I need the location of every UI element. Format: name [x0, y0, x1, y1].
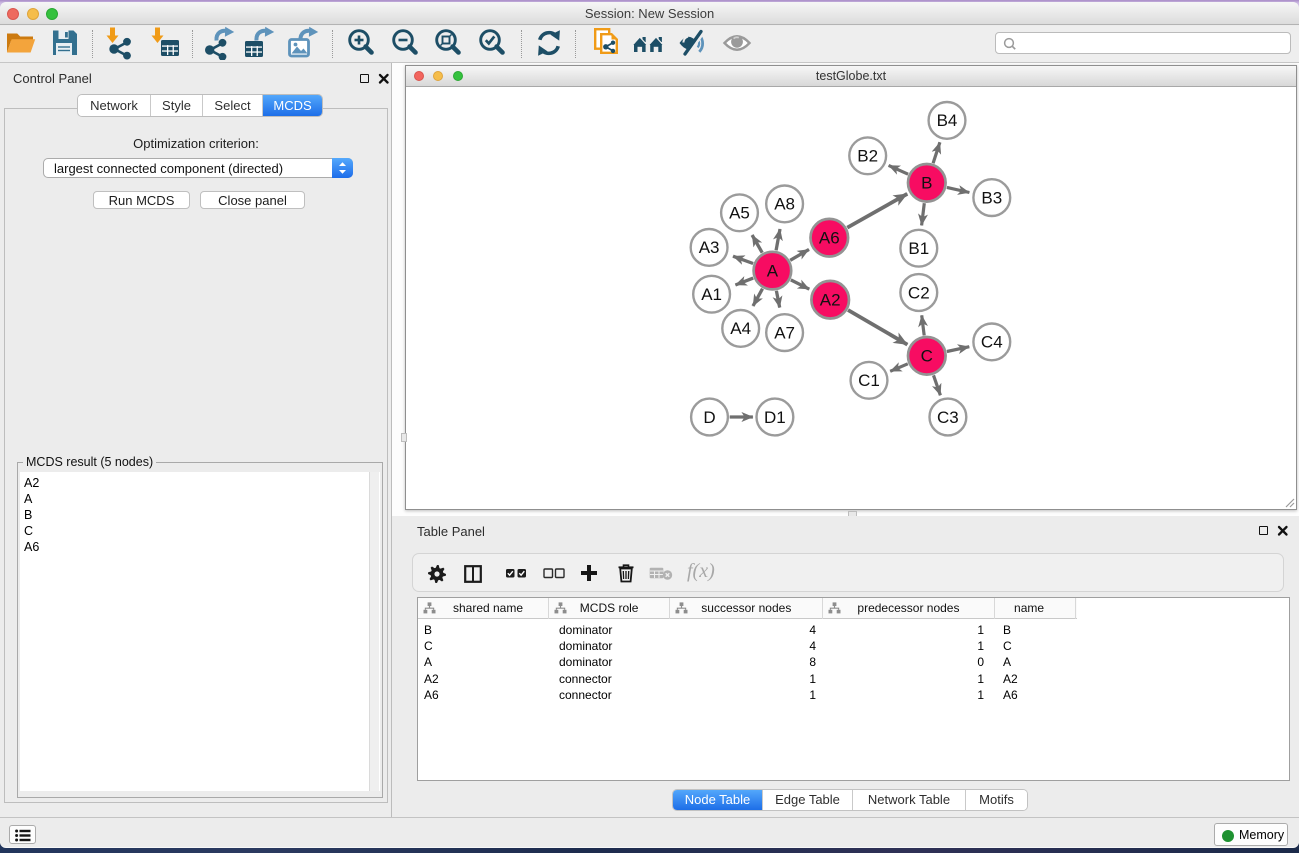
svg-text:A2: A2 [820, 291, 841, 310]
svg-text:B4: B4 [937, 111, 958, 130]
svg-text:B2: B2 [857, 147, 878, 166]
svg-text:A3: A3 [699, 238, 720, 257]
svg-text:D: D [703, 408, 715, 427]
svg-text:B3: B3 [981, 188, 1002, 207]
svg-text:B1: B1 [908, 239, 929, 258]
svg-text:A5: A5 [729, 204, 750, 223]
svg-text:C: C [921, 347, 933, 366]
svg-text:C2: C2 [908, 283, 930, 302]
svg-text:A4: A4 [730, 319, 751, 338]
svg-text:B: B [921, 174, 932, 193]
svg-text:A7: A7 [774, 323, 795, 342]
svg-text:C1: C1 [858, 371, 880, 390]
svg-text:C3: C3 [937, 408, 959, 427]
svg-text:C4: C4 [981, 333, 1003, 352]
svg-text:A: A [767, 261, 779, 280]
svg-text:A1: A1 [701, 285, 722, 304]
svg-text:A6: A6 [819, 229, 840, 248]
svg-text:D1: D1 [764, 408, 786, 427]
svg-text:A8: A8 [774, 195, 795, 214]
